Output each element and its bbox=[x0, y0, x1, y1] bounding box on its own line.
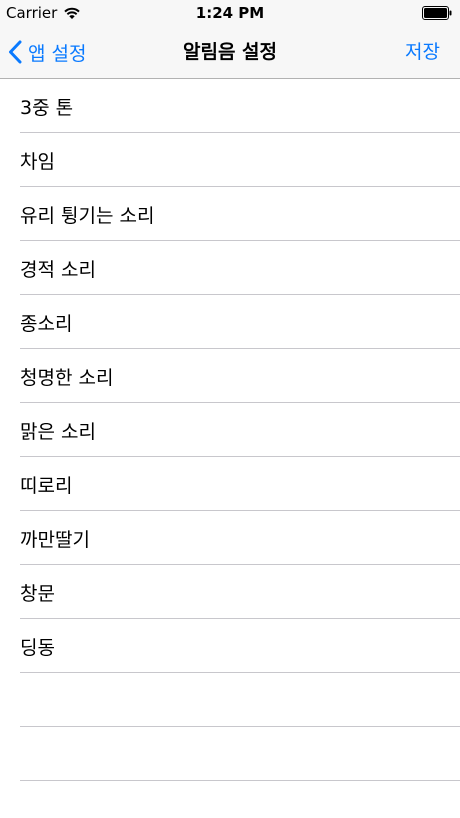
empty-row bbox=[0, 673, 460, 727]
sound-item[interactable]: 3중 톤 bbox=[0, 79, 460, 133]
sound-item-label: 3중 톤 bbox=[20, 96, 74, 119]
back-button-label: 앱 설정 bbox=[28, 42, 87, 65]
sound-item-label: 맑은 소리 bbox=[20, 420, 96, 443]
status-time: 1:24 PM bbox=[195, 4, 265, 22]
sound-item[interactable]: 띠로리 bbox=[0, 457, 460, 511]
sound-item-label: 까만딸기 bbox=[20, 528, 90, 551]
sound-item[interactable]: 맑은 소리 bbox=[0, 403, 460, 457]
sound-item[interactable]: 유리 튕기는 소리 bbox=[0, 187, 460, 241]
sound-item-label: 종소리 bbox=[20, 312, 73, 335]
sound-item-label: 딩동 bbox=[20, 636, 55, 659]
sound-item-label: 청명한 소리 bbox=[20, 366, 114, 389]
back-button[interactable]: 앱 설정 bbox=[8, 26, 86, 78]
sound-item[interactable]: 종소리 bbox=[0, 295, 460, 349]
sound-item-label: 유리 튕기는 소리 bbox=[20, 204, 155, 227]
sound-item[interactable]: 차임 bbox=[0, 133, 460, 187]
sound-item[interactable]: 청명한 소리 bbox=[0, 349, 460, 403]
sound-item[interactable]: 까만딸기 bbox=[0, 511, 460, 565]
chevron-left-icon bbox=[9, 40, 22, 64]
sound-item-label: 띠로리 bbox=[20, 474, 73, 497]
sound-item[interactable]: 경적 소리 bbox=[0, 241, 460, 295]
sound-item[interactable]: 창문 bbox=[0, 565, 460, 619]
status-bar: Carrier 1:24 PM bbox=[0, 0, 460, 26]
battery-icon bbox=[422, 6, 452, 20]
sound-list: 3중 톤 차임 유리 튕기는 소리 경적 소리 종소리 청명한 소리 맑은 소리… bbox=[0, 79, 460, 781]
navigation-bar: 앱 설정 알림음 설정 저장 bbox=[0, 26, 460, 79]
save-button[interactable]: 저장 bbox=[405, 26, 440, 78]
sound-item-label: 차임 bbox=[20, 150, 55, 173]
sound-item[interactable]: 딩동 bbox=[0, 619, 460, 673]
empty-row bbox=[0, 727, 460, 781]
sound-item-label: 창문 bbox=[20, 582, 55, 605]
sound-item-label: 경적 소리 bbox=[20, 258, 96, 281]
